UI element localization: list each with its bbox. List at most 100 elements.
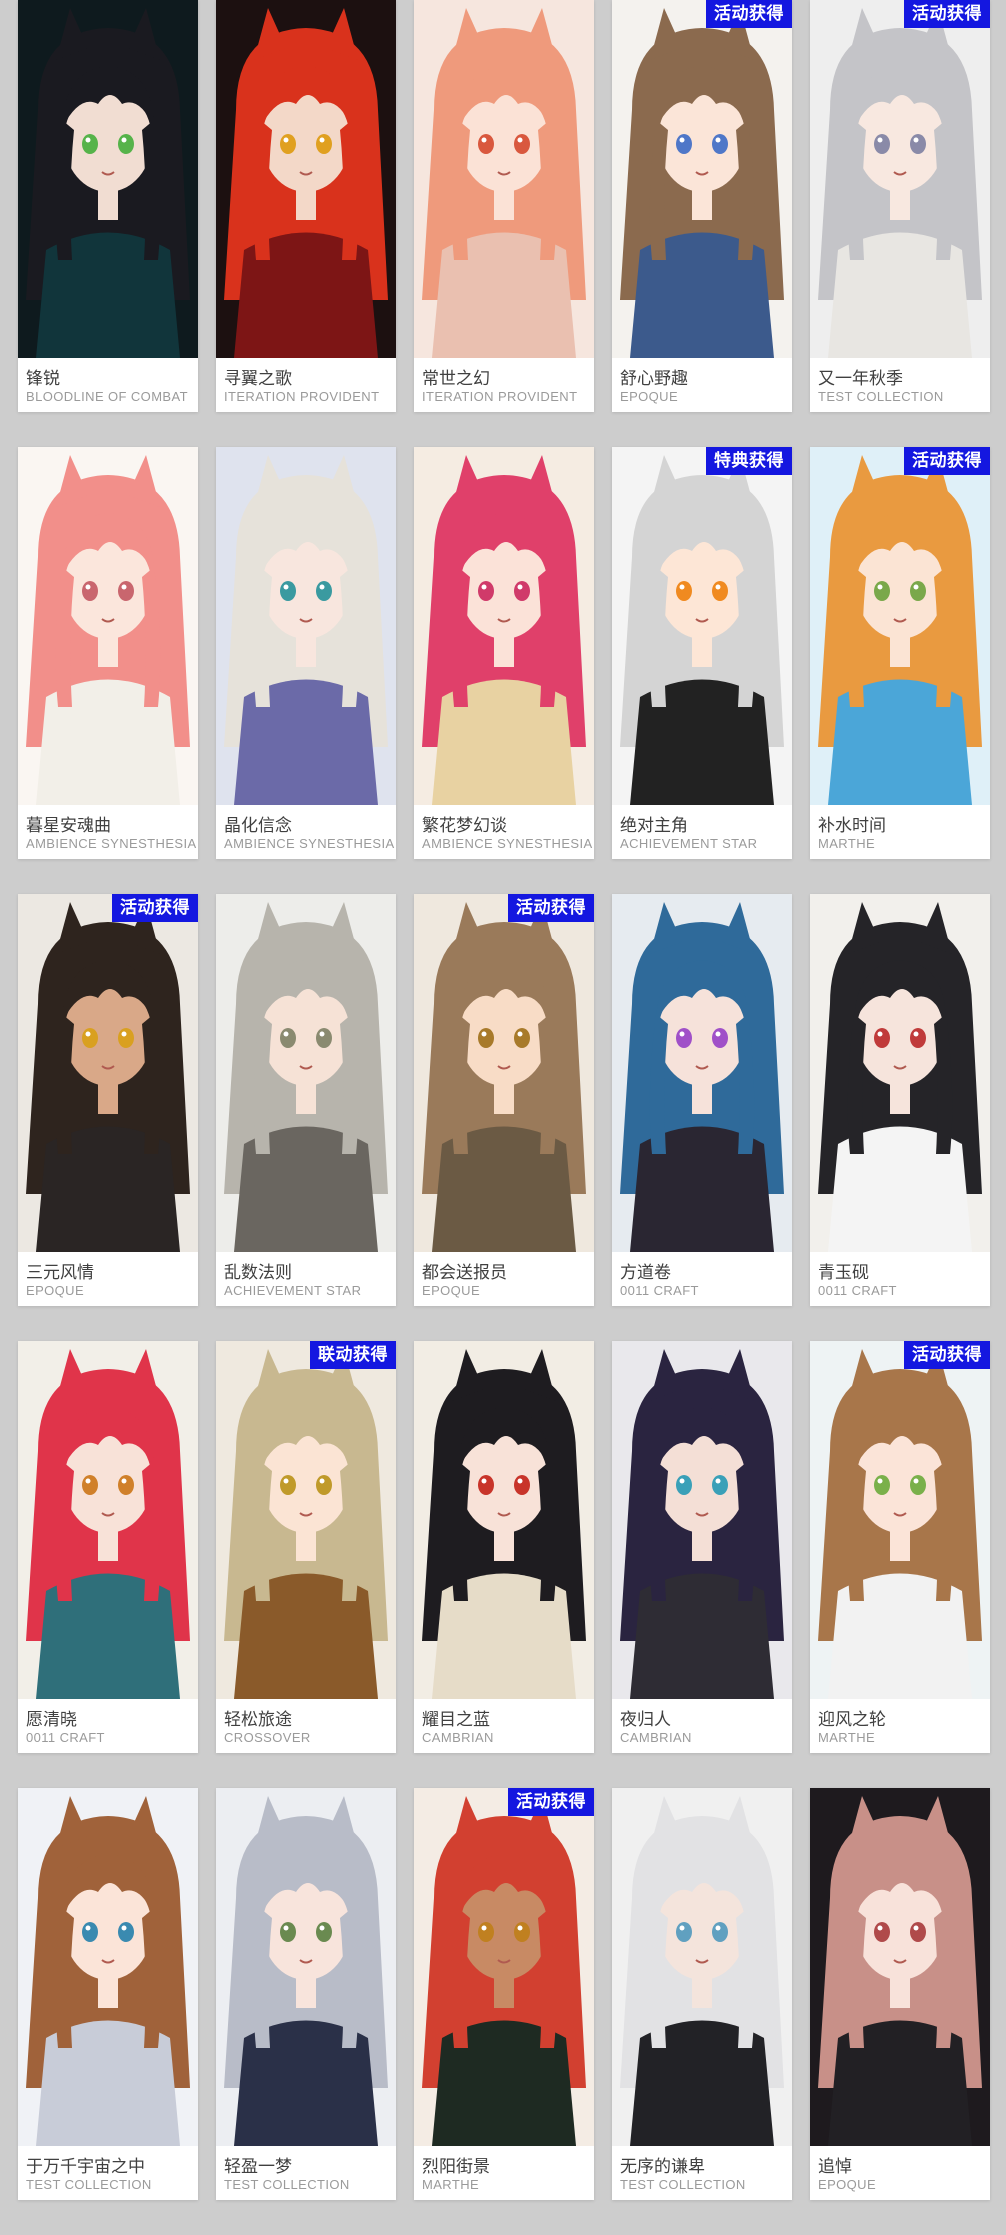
skin-card[interactable]: 乱数法则 ACHIEVEMENT STAR <box>216 894 396 1306</box>
acquisition-badge: 活动获得 <box>508 894 594 922</box>
skin-portrait-image <box>414 894 594 1252</box>
skin-brand-label: 0011 CRAFT <box>26 1730 105 1745</box>
skin-brand-label: CAMBRIAN <box>620 1730 692 1745</box>
skin-brand-label: TEST COLLECTION <box>26 2177 152 2192</box>
skin-brand-label: AMBIENCE SYNESTHESIA <box>422 836 593 851</box>
skin-card[interactable]: 联动获得 轻松旅途 CROSSOVER <box>216 1341 396 1753</box>
skin-card[interactable]: 繁花梦幻谈 AMBIENCE SYNESTHESIA <box>414 447 594 859</box>
acquisition-badge: 活动获得 <box>904 0 990 28</box>
skin-portrait-image <box>18 1788 198 2146</box>
character-illustration <box>18 894 198 1252</box>
skin-card[interactable]: 活动获得 又一年秋季 TEST COLLECTION <box>810 0 990 412</box>
skin-name: 愿清晓 <box>26 1710 77 1730</box>
skin-name: 夜归人 <box>620 1710 671 1730</box>
skin-name: 耀目之蓝 <box>422 1710 490 1730</box>
skin-portrait-image <box>18 1341 198 1699</box>
skin-portrait-image <box>18 0 198 358</box>
skin-brand-label: CAMBRIAN <box>422 1730 494 1745</box>
acquisition-badge: 活动获得 <box>904 447 990 475</box>
acquisition-badge: 活动获得 <box>706 0 792 28</box>
skin-brand-label: AMBIENCE SYNESTHESIA <box>224 836 395 851</box>
skin-card[interactable]: 寻翼之歌 ITERATION PROVIDENT <box>216 0 396 412</box>
skin-name: 繁花梦幻谈 <box>422 816 507 836</box>
skin-name: 锋锐 <box>26 369 60 389</box>
character-illustration <box>18 447 198 805</box>
character-illustration <box>612 0 792 358</box>
skin-portrait-image <box>414 0 594 358</box>
skin-portrait-image <box>612 1341 792 1699</box>
skin-name: 烈阳街景 <box>422 2157 490 2177</box>
character-illustration <box>414 1341 594 1699</box>
skin-portrait-image <box>612 0 792 358</box>
skin-portrait-image <box>414 1788 594 2146</box>
skin-card[interactable]: 锋锐 BLOODLINE OF COMBAT <box>18 0 198 412</box>
skin-card[interactable]: 耀目之蓝 CAMBRIAN <box>414 1341 594 1753</box>
skin-name: 都会送报员 <box>422 1263 507 1283</box>
skin-card[interactable]: 无序的谦卑 TEST COLLECTION <box>612 1788 792 2200</box>
skin-portrait-image <box>216 1341 396 1699</box>
character-illustration <box>810 894 990 1252</box>
character-illustration <box>414 0 594 358</box>
character-illustration <box>612 894 792 1252</box>
acquisition-badge: 活动获得 <box>904 1341 990 1369</box>
skin-portrait-image <box>810 447 990 805</box>
character-illustration <box>18 1788 198 2146</box>
skin-brand-label: TEST COLLECTION <box>818 389 944 404</box>
skin-name: 绝对主角 <box>620 816 688 836</box>
acquisition-badge: 活动获得 <box>508 1788 594 1816</box>
acquisition-badge: 联动获得 <box>310 1341 396 1369</box>
skin-name: 寻翼之歌 <box>224 369 292 389</box>
skin-portrait-image <box>612 1788 792 2146</box>
skin-card[interactable]: 轻盈一梦 TEST COLLECTION <box>216 1788 396 2200</box>
skin-portrait-image <box>612 894 792 1252</box>
skin-portrait-image <box>414 447 594 805</box>
skin-card[interactable]: 晶化信念 AMBIENCE SYNESTHESIA <box>216 447 396 859</box>
skin-card[interactable]: 方道卷 0011 CRAFT <box>612 894 792 1306</box>
skin-brand-label: 0011 CRAFT <box>620 1283 699 1298</box>
skin-card[interactable]: 于万千宇宙之中 TEST COLLECTION <box>18 1788 198 2200</box>
skin-card[interactable]: 活动获得 补水时间 MARTHE <box>810 447 990 859</box>
skin-gallery-grid: 锋锐 BLOODLINE OF COMBAT 寻翼之歌 ITERATION PROVI… <box>18 0 990 2200</box>
character-illustration <box>810 1341 990 1699</box>
character-illustration <box>216 447 396 805</box>
skin-brand-label: 0011 CRAFT <box>818 1283 897 1298</box>
character-illustration <box>810 1788 990 2146</box>
skin-portrait-image <box>216 1788 396 2146</box>
skin-name: 三元风情 <box>26 1263 94 1283</box>
skin-card[interactable]: 暮星安魂曲 AMBIENCE SYNESTHESIA <box>18 447 198 859</box>
skin-brand-label: MARTHE <box>818 836 876 851</box>
skin-name: 青玉砚 <box>818 1263 869 1283</box>
skin-brand-label: ACHIEVEMENT STAR <box>620 836 758 851</box>
skin-card[interactable]: 夜归人 CAMBRIAN <box>612 1341 792 1753</box>
skin-brand-label: TEST COLLECTION <box>620 2177 746 2192</box>
character-illustration <box>216 0 396 358</box>
skin-brand-label: MARTHE <box>422 2177 480 2192</box>
skin-brand-label: CROSSOVER <box>224 1730 311 1745</box>
skin-portrait-image <box>18 447 198 805</box>
skin-name: 舒心野趣 <box>620 369 688 389</box>
skin-card[interactable]: 青玉砚 0011 CRAFT <box>810 894 990 1306</box>
skin-name: 方道卷 <box>620 1263 671 1283</box>
character-illustration <box>18 1341 198 1699</box>
skin-card[interactable]: 愿清晓 0011 CRAFT <box>18 1341 198 1753</box>
character-illustration <box>414 894 594 1252</box>
skin-name: 于万千宇宙之中 <box>26 2157 145 2177</box>
skin-card[interactable]: 活动获得 都会送报员 EPOQUE <box>414 894 594 1306</box>
skin-card[interactable]: 追悼 EPOQUE <box>810 1788 990 2200</box>
skin-brand-label: AMBIENCE SYNESTHESIA <box>26 836 197 851</box>
skin-card[interactable]: 活动获得 舒心野趣 EPOQUE <box>612 0 792 412</box>
skin-portrait-image <box>810 0 990 358</box>
character-illustration <box>612 1341 792 1699</box>
skin-portrait-image <box>414 1341 594 1699</box>
skin-card[interactable]: 活动获得 三元风情 EPOQUE <box>18 894 198 1306</box>
skin-portrait-image <box>810 894 990 1252</box>
skin-name: 迎风之轮 <box>818 1710 886 1730</box>
skin-name: 暮星安魂曲 <box>26 816 111 836</box>
skin-card[interactable]: 活动获得 迎风之轮 MARTHE <box>810 1341 990 1753</box>
skin-card[interactable]: 常世之幻 ITERATION PROVIDENT <box>414 0 594 412</box>
skin-brand-label: ITERATION PROVIDENT <box>422 389 578 404</box>
skin-portrait-image <box>810 1788 990 2146</box>
skin-card[interactable]: 特典获得 绝对主角 ACHIEVEMENT STAR <box>612 447 792 859</box>
skin-card[interactable]: 活动获得烈阳街景 MARTHE <box>414 1788 594 2200</box>
skin-portrait-image <box>216 0 396 358</box>
